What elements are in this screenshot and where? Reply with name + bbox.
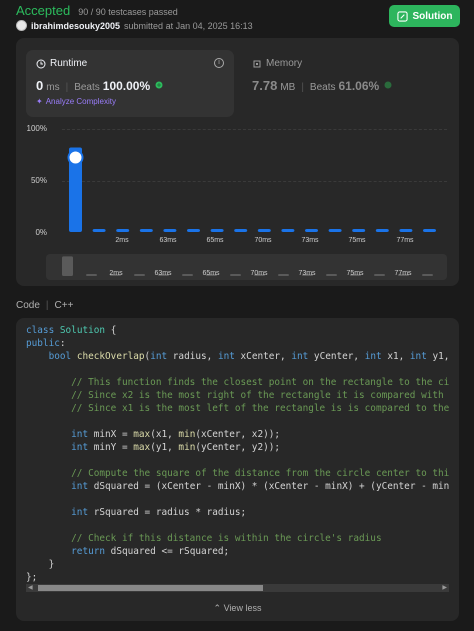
edit-icon [396, 10, 408, 22]
chart-bar[interactable] [187, 229, 200, 232]
x-tick-label: 2ms [115, 237, 129, 244]
horizontal-scrollbar[interactable]: ◀ ▶ [26, 584, 449, 592]
x-tick-label: 73ms [301, 237, 319, 244]
minimap-label: 73ms [298, 270, 316, 277]
chart-minimap[interactable]: 2ms 63ms 65ms 70ms 73ms 75ms 77ms [46, 254, 447, 280]
chevrons-up-icon: ⌃ [213, 603, 222, 613]
minimap-bar [230, 274, 241, 276]
minimap-bar [86, 274, 97, 276]
minimap-bar [278, 274, 289, 276]
x-tick-label: 63ms [159, 237, 177, 244]
username-link[interactable]: ibrahimdesouky2005 [31, 21, 120, 31]
accepted-label: Accepted [16, 3, 71, 18]
code-line: int dSquared = (xCenter - minX) * (xCent… [71, 481, 449, 492]
your-submission-marker [67, 149, 84, 166]
code-title: Code [16, 300, 40, 311]
code-line: class Solution { [26, 325, 117, 336]
minimap-label: 75ms [346, 270, 364, 277]
x-tick-label: 65ms [206, 237, 224, 244]
minimap-bar [134, 274, 145, 276]
code-line: return dSquared <= rSquared; [71, 546, 230, 557]
code-line: }; [26, 572, 38, 583]
code-line: // This function finds the closest point… [71, 377, 449, 388]
minimap-label: 77ms [394, 270, 412, 277]
code-line: int minY = max(y1, min(yCenter, y2)); [71, 442, 281, 453]
avatar[interactable] [16, 20, 27, 31]
minimap-bar [422, 274, 433, 276]
chart-bar[interactable] [305, 229, 318, 232]
minimap-label: 70ms [250, 270, 268, 277]
code-block[interactable]: class Solution { public: bool checkOverla… [16, 318, 459, 621]
code-line: // Since x2 is the most right of the rec… [71, 390, 449, 401]
chart-bar[interactable] [92, 229, 106, 232]
chart-bar[interactable] [116, 229, 130, 232]
code-line: public: [26, 338, 66, 349]
minimap-label: 63ms [154, 270, 172, 277]
code-line: int minX = max(x1, min(xCenter, x2)); [71, 429, 281, 440]
solution-button-label: Solution [412, 10, 453, 22]
scrollbar-thumb[interactable] [38, 585, 263, 591]
x-tick-label: 75ms [348, 237, 366, 244]
chart-bar[interactable] [352, 229, 366, 232]
chart-bar[interactable] [234, 229, 248, 232]
code-language: C++ [54, 300, 74, 311]
chart-bar[interactable] [375, 229, 389, 232]
minimap-bar [182, 274, 193, 276]
code-header: Code | C++ [16, 300, 73, 311]
code-content[interactable]: class Solution { public: bool checkOverla… [26, 324, 449, 584]
separator: | [45, 300, 49, 311]
code-line: bool checkOverlap(int radius, int xCente… [48, 351, 449, 362]
minimap-bar [374, 274, 385, 276]
chart-bar[interactable] [139, 229, 153, 232]
chart-bar[interactable] [281, 229, 295, 232]
minimap-label: 2ms [109, 270, 123, 277]
scroll-left-icon[interactable]: ◀ [28, 584, 33, 592]
testcases-passed: 90 / 90 testcases passed [78, 7, 178, 17]
scroll-right-icon[interactable]: ▶ [442, 584, 447, 592]
chart-bar[interactable] [210, 229, 224, 232]
submission-meta: ibrahimdesouky2005 submitted at Jan 04, … [16, 20, 253, 31]
chart-bar[interactable] [328, 229, 342, 232]
x-tick-label: 70ms [254, 237, 272, 244]
minimap-bar [62, 256, 73, 276]
view-less-button[interactable]: ⌃ View less [16, 603, 459, 614]
submission-status: Accepted 90 / 90 testcases passed [16, 3, 178, 18]
stats-panel: Runtime i 0 ms | Beats 100.00% ✦ Analyze… [16, 38, 459, 286]
view-less-label: View less [223, 603, 262, 613]
chart-bar[interactable] [423, 229, 436, 232]
code-line: // Compute the square of the distance fr… [71, 468, 449, 479]
minimap-bars [62, 256, 433, 276]
code-line: // Since x1 is the most left of the rect… [71, 403, 449, 414]
chart-bar[interactable] [163, 229, 177, 232]
solution-button[interactable]: Solution [389, 5, 460, 27]
code-line: } [26, 559, 55, 570]
chart-bar[interactable] [257, 229, 271, 232]
minimap-bar [326, 274, 337, 276]
runtime-distribution-chart[interactable] [16, 38, 459, 286]
x-tick-label: 77ms [396, 237, 414, 244]
submitted-time: submitted at Jan 04, 2025 16:13 [124, 20, 253, 31]
chart-bar[interactable] [399, 229, 413, 232]
minimap-label: 65ms [202, 270, 220, 277]
code-line: int rSquared = radius * radius; [71, 507, 247, 518]
code-line: // Check if this distance is within the … [71, 533, 382, 544]
